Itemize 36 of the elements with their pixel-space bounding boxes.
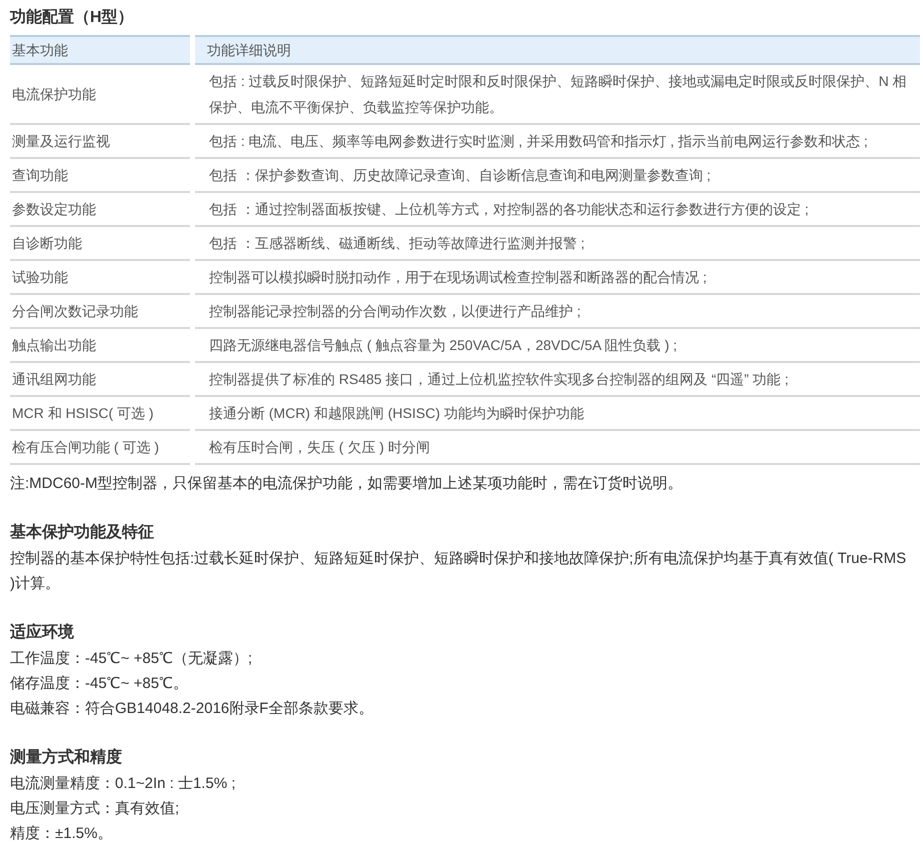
column-header: 功能详细说明 [195,35,920,65]
table-cell: 通讯组网功能 [10,363,190,397]
section-heading: 测量方式和精度 [10,747,123,768]
table-cell: MCR 和 HSISC( 可选 ) [10,397,190,431]
table-cell: 接通分断 (MCR) 和越限跳闸 (HSISC) 功能均为瞬时保护功能 [195,397,920,431]
body-text: 电压测量方式：真有效值; [10,799,180,819]
table-cell: 测量及运行监视 [10,125,190,159]
table-cell: 包括 : 电流、电压、频率等电网参数进行实时监测 , 并采用数码管和指示灯 , 指示当前电网运行参数和状态 ; [195,125,920,159]
table-cell: 控制器提供了标准的 RS485 接口，通过上位机监控软件实现多台控制器的组网及 “四遥” 功能 ; [195,363,920,397]
table-cell: 检有压时合闸，失压 ( 欠压 ) 时分闸 [195,431,920,465]
table-cell: 控制器可以模拟瞬时脱扣动作，用于在现场调试检查控制器和断路器的配合情况 ; [195,261,920,295]
table-cell: 包括 ：保护参数查询、历史故障记录查询、自诊断信息查询和电网测量参数查询 ; [195,159,920,193]
table-cell: 电流保护功能 [10,65,190,125]
body-text: 电磁兼容：符合GB14048.2-2016附录F全部条款要求。 [10,699,374,719]
table-cell: 包括 : 过载反时限保护、短路短延时定时限和反时限保护、短路瞬时保护、接地或漏电定时限或反时限保护、N 相保护、电流不平衡保护、负载监控等保护功能。 [195,65,920,125]
body-text: 电流测量精度：0.1~2In : 士1.5% ; [10,774,236,794]
column-header: 基本功能 [10,35,190,65]
table-cell: 包括 ：通过控制器面板按键、上位机等方式，对控制器的各功能状态和运行参数进行方便的设定 ; [195,193,920,227]
section-heading: 基本保护功能及特征 [10,522,155,543]
section-title: 功能配置（H型） [10,8,135,28]
table-cell: 包括 ：互感器断线、磁通断线、拒动等故障进行监测并报警 ; [195,227,920,261]
body-text: 精度：±1.5%。 [10,824,114,844]
section-heading: 适应环境 [10,622,75,643]
table-cell: 检有压合闸功能 ( 可选 ) [10,431,190,465]
body-text: 储存温度：-45℃~ +85℃。 [10,674,190,694]
table-cell: 分合闸次数记录功能 [10,295,190,329]
table-cell: 控制器能记录控制器的分合闸动作次数，以便进行产品维护 ; [195,295,920,329]
note-text: 注:MDC60-M型控制器，只保留基本的电流保护功能，如需要增加上述某项功能时，需在订货时说明。 [10,474,684,494]
table-cell: 触点输出功能 [10,329,190,363]
table-cell: 参数设定功能 [10,193,190,227]
body-text: 工作温度：-45℃~ +85℃（无凝露）; [10,649,254,669]
table-cell: 查询功能 [10,159,190,193]
table-cell: 自诊断功能 [10,227,190,261]
table-cell: 试验功能 [10,261,190,295]
body-text: 控制器的基本保护特性包括:过载长延时保护、短路短延时保护、短路瞬时保护和接地故障保护;所有电流保护均基于真有效值( True-RMS )计算。 [10,549,908,594]
table-cell: 四路无源继电器信号触点 ( 触点容量为 250VAC/5A，28VDC/5A 阻性负载 ) ; [195,329,920,363]
